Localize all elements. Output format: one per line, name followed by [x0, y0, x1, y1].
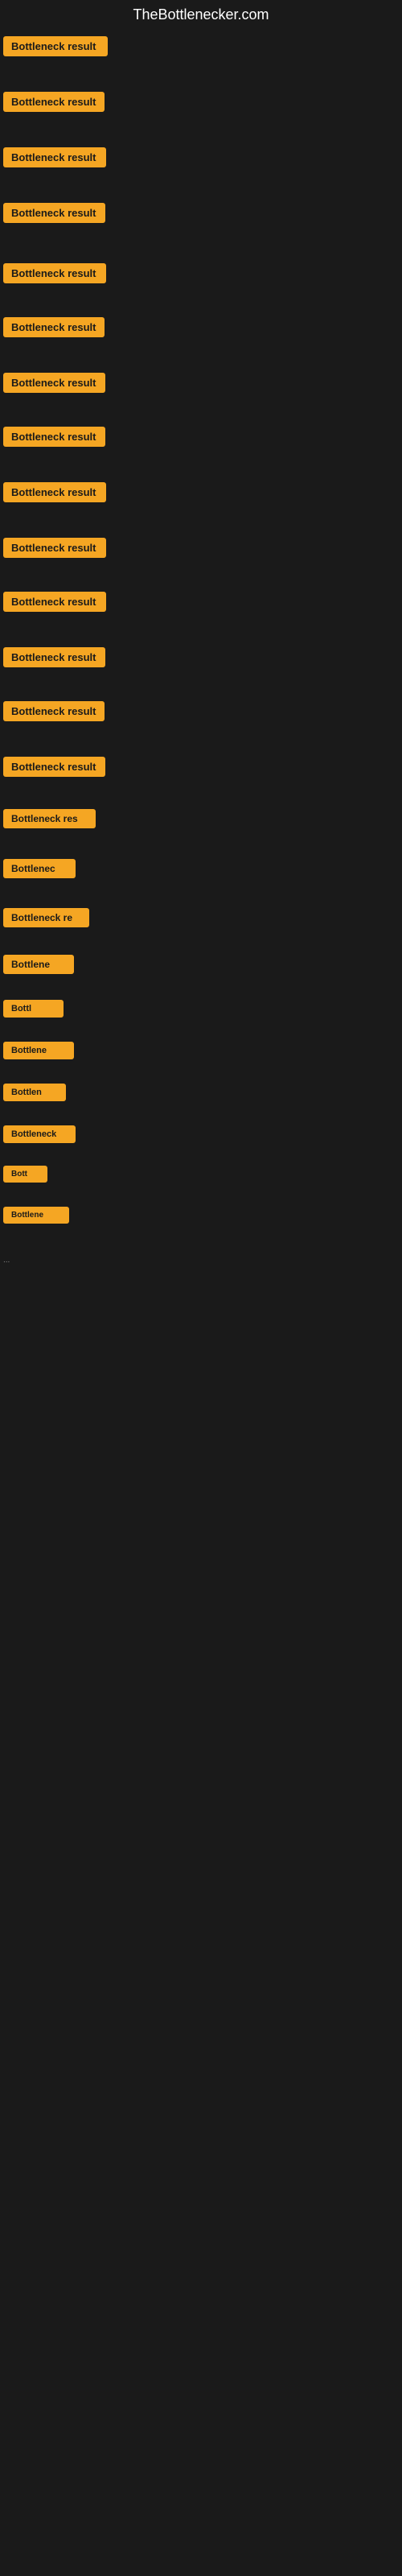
bottleneck-badge-10[interactable]: Bottleneck result	[3, 538, 106, 558]
bottleneck-badge-16[interactable]: Bottlenec	[3, 859, 76, 878]
bottleneck-item-24[interactable]: Bottlene	[3, 1207, 402, 1224]
bottleneck-badge-4[interactable]: Bottleneck result	[3, 203, 105, 223]
bottleneck-badge-21[interactable]: Bottlen	[3, 1084, 66, 1101]
bottleneck-item-7[interactable]: Bottleneck result	[3, 373, 402, 393]
bottleneck-badge-20[interactable]: Bottlene	[3, 1042, 74, 1059]
bottleneck-item-5[interactable]: Bottleneck result	[3, 263, 402, 283]
bottleneck-item-14[interactable]: Bottleneck result	[3, 757, 402, 777]
bottleneck-item-20[interactable]: Bottlene	[3, 1042, 402, 1059]
bottleneck-badge-7[interactable]: Bottleneck result	[3, 373, 105, 393]
bottleneck-badge-14[interactable]: Bottleneck result	[3, 757, 105, 777]
site-title: TheBottlenecker.com	[133, 6, 269, 23]
bottleneck-badge-23[interactable]: Bott	[3, 1166, 47, 1183]
bottleneck-item-6[interactable]: Bottleneck result	[3, 317, 402, 337]
bottleneck-badge-18[interactable]: Bottlene	[3, 955, 74, 974]
bottleneck-item-18[interactable]: Bottlene	[3, 955, 402, 974]
bottleneck-badge-12[interactable]: Bottleneck result	[3, 647, 105, 667]
bottleneck-item-3[interactable]: Bottleneck result	[3, 147, 402, 167]
bottleneck-item-8[interactable]: Bottleneck result	[3, 427, 402, 447]
bottleneck-item-17[interactable]: Bottleneck re	[3, 908, 402, 927]
bottleneck-badge-9[interactable]: Bottleneck result	[3, 482, 106, 502]
bottleneck-badge-2[interactable]: Bottleneck result	[3, 92, 105, 112]
bottleneck-badge-17[interactable]: Bottleneck re	[3, 908, 89, 927]
bottleneck-badge-19[interactable]: Bottl	[3, 1000, 64, 1018]
bottleneck-item-16[interactable]: Bottlenec	[3, 859, 402, 878]
bottleneck-item-2[interactable]: Bottleneck result	[3, 92, 402, 112]
bottleneck-badge-5[interactable]: Bottleneck result	[3, 263, 106, 283]
dots-indicator: ...	[3, 1256, 402, 1265]
bottleneck-item-1[interactable]: Bottleneck result	[3, 36, 402, 56]
bottleneck-badge-13[interactable]: Bottleneck result	[3, 701, 105, 721]
bottleneck-badge-11[interactable]: Bottleneck result	[3, 592, 106, 612]
bottleneck-item-21[interactable]: Bottlen	[3, 1084, 402, 1101]
bottleneck-item-4[interactable]: Bottleneck result	[3, 203, 402, 223]
bottleneck-item-23[interactable]: Bott	[3, 1166, 402, 1183]
site-header: TheBottlenecker.com	[0, 0, 402, 33]
bottleneck-item-12[interactable]: Bottleneck result	[3, 647, 402, 667]
bottleneck-item-11[interactable]: Bottleneck result	[3, 592, 402, 612]
bottleneck-item-19[interactable]: Bottl	[3, 1000, 402, 1018]
bottleneck-badge-22[interactable]: Bottleneck	[3, 1125, 76, 1143]
bottleneck-item-22[interactable]: Bottleneck	[3, 1125, 402, 1143]
bottleneck-item-13[interactable]: Bottleneck result	[3, 701, 402, 721]
bottleneck-item-9[interactable]: Bottleneck result	[3, 482, 402, 502]
bottleneck-badge-6[interactable]: Bottleneck result	[3, 317, 105, 337]
bottleneck-badge-15[interactable]: Bottleneck res	[3, 809, 96, 828]
bottleneck-badge-3[interactable]: Bottleneck result	[3, 147, 106, 167]
bottleneck-item-15[interactable]: Bottleneck res	[3, 809, 402, 828]
bottleneck-item-10[interactable]: Bottleneck result	[3, 538, 402, 558]
bottleneck-badge-24[interactable]: Bottlene	[3, 1207, 69, 1224]
bottleneck-badge-1[interactable]: Bottleneck result	[3, 36, 108, 56]
bottleneck-badge-8[interactable]: Bottleneck result	[3, 427, 105, 447]
bottleneck-items-container: Bottleneck result Bottleneck result Bottle…	[0, 33, 402, 1248]
